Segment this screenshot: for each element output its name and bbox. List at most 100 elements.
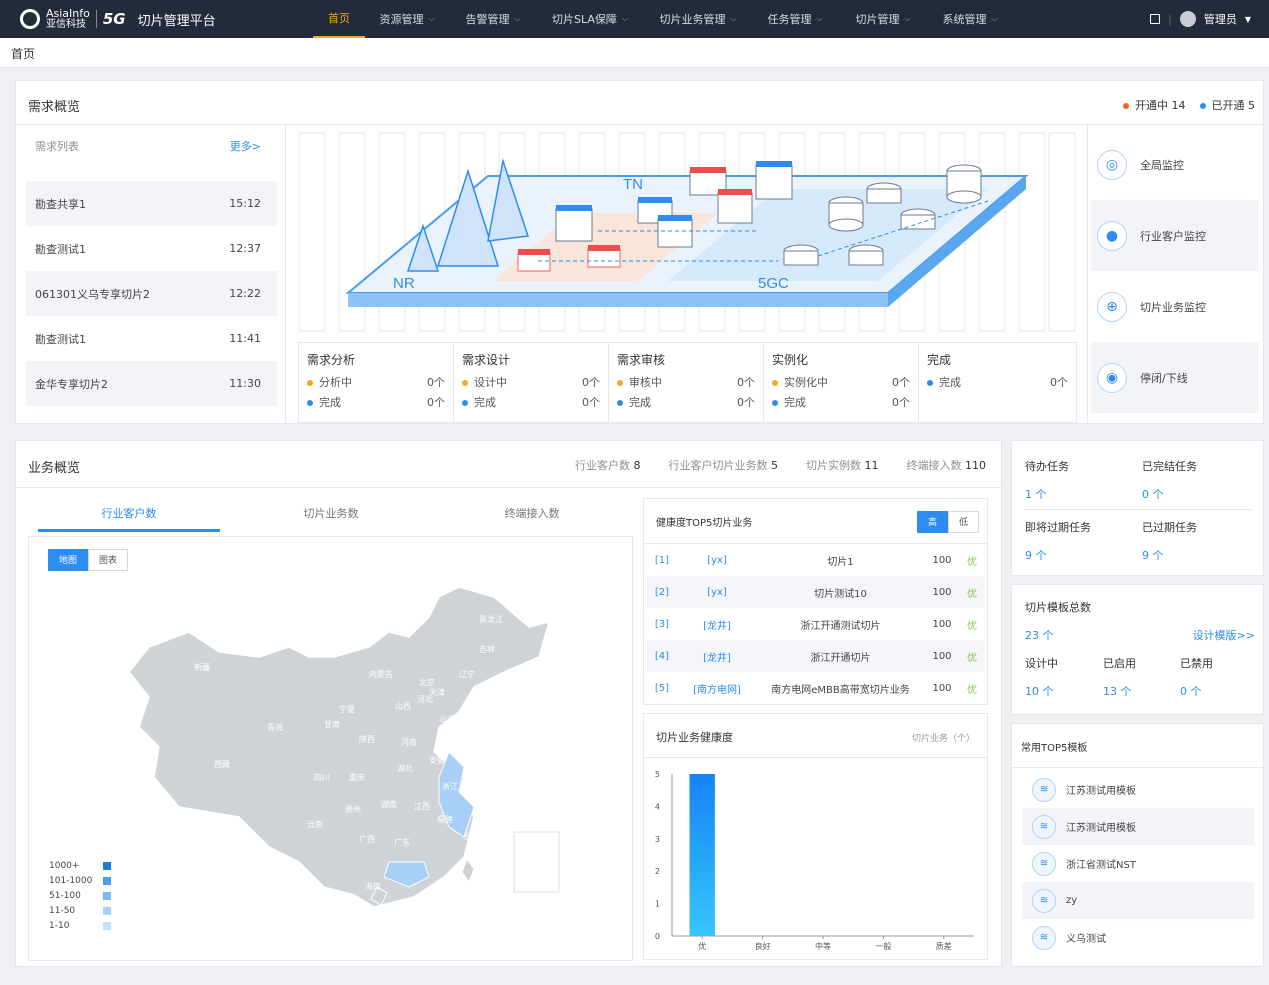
map-label: 海南 (365, 881, 381, 891)
map-label: 浙江 (442, 781, 458, 791)
menu-global-monitor[interactable]: ◎ 全局监控 (1091, 129, 1259, 200)
chevron-down-icon: ⌵ (730, 14, 737, 23)
brand-logo[interactable]: AsiaInfo 亚信科技 5G 切片管理平台 (20, 6, 216, 32)
top5-templates-panel: 常用TOP5模板 ≋ 江苏测试用模板 ≋ 江苏测试用模板 ≋ 浙江省测试NST ≋ zy… (1011, 723, 1265, 967)
network-illustration: NR TN 5GC (298, 131, 1077, 334)
map-label: 陕西 (359, 734, 375, 744)
template-item[interactable]: ≋ 江苏测试用模板 (1022, 808, 1254, 845)
pending-tasks[interactable]: 待办任务 1 个 (1025, 458, 1069, 502)
map-label: 山西 (395, 701, 411, 711)
high-button[interactable]: 高 (916, 511, 948, 533)
table-row[interactable]: [1] [yx] 切片1 100 优 (647, 544, 984, 576)
user-name[interactable]: 管理员 (1204, 11, 1237, 27)
legend-swatch (103, 907, 111, 915)
design-template-link[interactable]: 设计模版>> (1193, 627, 1255, 643)
business-overview-panel: 业务概览 行业客户数 8 行业客户切片业务数 5 切片实例数 11 终端接入数 … (15, 440, 1003, 967)
y-tick-label: 0 (655, 932, 660, 941)
table-row[interactable]: [5] [南方电网] 南方电网eMBB高带宽切片业务 100 优 (647, 672, 984, 704)
stage-analysis[interactable]: 需求分析 分析中 0个 完成 0个 (299, 343, 454, 422)
nav-sla[interactable]: 切片SLA保障 ⌵ (545, 0, 635, 38)
tab-terminals[interactable]: 终端接入数 (442, 496, 622, 532)
table-row[interactable]: [3] [龙井] 浙江开通测试切片 100 优 (647, 608, 984, 640)
chart-view-button[interactable]: 图表 (88, 549, 129, 571)
map-label: 湖北 (397, 764, 413, 773)
demand-list: 需求列表 更多> 勘查共享1 15:12 勘查测试1 12:37 061301义乌专… (26, 131, 277, 411)
template-item[interactable]: ≋ 义乌测试 (1022, 919, 1254, 956)
template-item[interactable]: ≋ 浙江省测试NST (1022, 845, 1254, 882)
divider (644, 757, 987, 758)
nav-slice[interactable]: 切片管理 ⌵ (848, 0, 918, 38)
stage-design[interactable]: 需求设计 设计中 0个 完成 0个 (454, 343, 609, 422)
x-tick-label: 一般 (875, 941, 891, 951)
tab-slice-business[interactable]: 切片业务数 (220, 496, 442, 532)
map-label: 上海 (463, 762, 479, 772)
templates-panel: 切片模板总数 23 个设计模版>> 设计中 10 个 已启用 13 个 已禁用 0 个 (1011, 584, 1264, 715)
message-icon[interactable] (1150, 14, 1161, 24)
y-tick-label: 1 (655, 900, 660, 909)
list-item[interactable]: 勘查共享1 15:12 (26, 181, 277, 226)
low-button[interactable]: 低 (947, 511, 979, 533)
expiring-tasks[interactable]: 即将过期任务 9 个 (1025, 519, 1091, 563)
nav-resource[interactable]: 资源管理 ⌵ (372, 0, 442, 38)
done-tasks[interactable]: 已完结任务 0 个 (1142, 458, 1197, 502)
tab-customers[interactable]: 行业客户数 (38, 496, 220, 532)
tasks-panel: 待办任务 1 个 已完结任务 0 个 即将过期任务 9 个 已过期任务 9 个 (1011, 440, 1264, 576)
legend-dot (1123, 103, 1129, 109)
health-chart-unit: 切片业务（个） (911, 734, 975, 744)
top5-health-panel: 健康度TOP5切片业务 高 低 [1] [yx] 切片1 100 优 [2] [yx] 切片… (643, 498, 988, 705)
asiainfo-logo-icon (20, 9, 40, 29)
list-item[interactable]: 勘查测试1 12:37 (26, 226, 277, 271)
caret-down-icon[interactable]: ▼ (1245, 15, 1251, 24)
more-link[interactable]: 更多> (230, 138, 261, 154)
avatar[interactable] (1179, 11, 1196, 27)
breadcrumb[interactable]: 首页 (11, 45, 35, 62)
offline-icon: ◉ (1097, 362, 1127, 393)
list-item[interactable]: 金华专享切片2 11:30 (26, 361, 277, 406)
stage-review[interactable]: 需求审核 审核中 0个 完成 0个 (609, 343, 764, 422)
global-monitor-icon: ◎ (1097, 149, 1127, 180)
stage-instantiate[interactable]: 实例化 实例化中 0个 完成 0个 (764, 343, 919, 422)
expired-tasks[interactable]: 已过期任务 9 个 (1142, 519, 1197, 563)
top-navbar: AsiaInfo 亚信科技 5G 切片管理平台 首页 资源管理 ⌵ 告警管理 ⌵ 切… (0, 0, 1269, 38)
nav-slice-business[interactable]: 切片业务管理 ⌵ (652, 0, 744, 38)
template-designing[interactable]: 设计中 10 个 (1025, 655, 1058, 699)
map-label: 湖南 (381, 799, 397, 809)
brand-5g: 5G (95, 10, 126, 28)
table-row[interactable]: [2] [yx] 切片测试10 100 优 (647, 576, 984, 608)
map-label: 安徽 (429, 755, 445, 765)
china-map[interactable]: 黑龙江 吉林 辽宁 内蒙古 北京 天津 河北 山西 山东 新疆 宁夏 甘肃 青海… (119, 577, 579, 917)
x-tick-label: 优 (698, 941, 706, 951)
business-title: 业务概览 (28, 461, 81, 476)
template-enabled[interactable]: 已启用 13 个 (1103, 655, 1136, 699)
brand-en: AsiaInfo (46, 7, 90, 20)
template-disabled[interactable]: 已禁用 0 个 (1180, 655, 1213, 699)
template-item[interactable]: ≋ zy (1022, 882, 1254, 919)
menu-offline[interactable]: ◉ 停闭/下线 (1091, 342, 1259, 413)
map-label: 黑龙江 (479, 614, 503, 624)
nav-home[interactable]: 首页 (313, 0, 365, 38)
bar (689, 774, 715, 936)
monitor-menu: ◎ 全局监控 ● 行业客户监控 ⊕ 切片业务监控 ◉ 停闭/下线 (1091, 129, 1259, 413)
layers-icon: ≋ (1032, 777, 1056, 802)
map-label: 西藏 (214, 759, 230, 769)
menu-customer-monitor[interactable]: ● 行业客户监控 (1091, 200, 1259, 271)
layers-icon: ≋ (1032, 851, 1056, 876)
table-row[interactable]: [4] [龙井] 浙江开通切片 100 优 (647, 640, 984, 672)
chevron-down-icon: ⌵ (514, 14, 521, 23)
nr-label: NR (393, 275, 415, 292)
map-label: 北京 (419, 677, 435, 687)
business-stats: 行业客户数 8 行业客户切片业务数 5 切片实例数 11 终端接入数 110 (575, 459, 986, 472)
nav-alarm[interactable]: 告警管理 ⌵ (458, 0, 528, 38)
nav-task[interactable]: 任务管理 ⌵ (760, 0, 830, 38)
list-item[interactable]: 勘查测试1 11:41 (26, 316, 277, 361)
list-item[interactable]: 061301义乌专享切片2 12:22 (26, 271, 277, 316)
template-item[interactable]: ≋ 江苏测试用模板 (1022, 771, 1254, 808)
map-view-button[interactable]: 地图 (48, 549, 89, 571)
top5-templates-list: ≋ 江苏测试用模板 ≋ 江苏测试用模板 ≋ 浙江省测试NST ≋ zy ≋ 义乌测试 (1022, 771, 1254, 956)
app-title: 切片管理平台 (137, 13, 216, 29)
menu-slice-monitor[interactable]: ⊕ 切片业务监控 (1091, 271, 1259, 342)
stage-complete[interactable]: 完成 完成 0个 (919, 343, 1076, 422)
map-label: 河南 (401, 737, 417, 747)
top5-table: [1] [yx] 切片1 100 优 [2] [yx] 切片测试10 100 优 [3] [龙井]… (647, 544, 984, 704)
nav-system[interactable]: 系统管理 ⌵ (935, 0, 1005, 38)
